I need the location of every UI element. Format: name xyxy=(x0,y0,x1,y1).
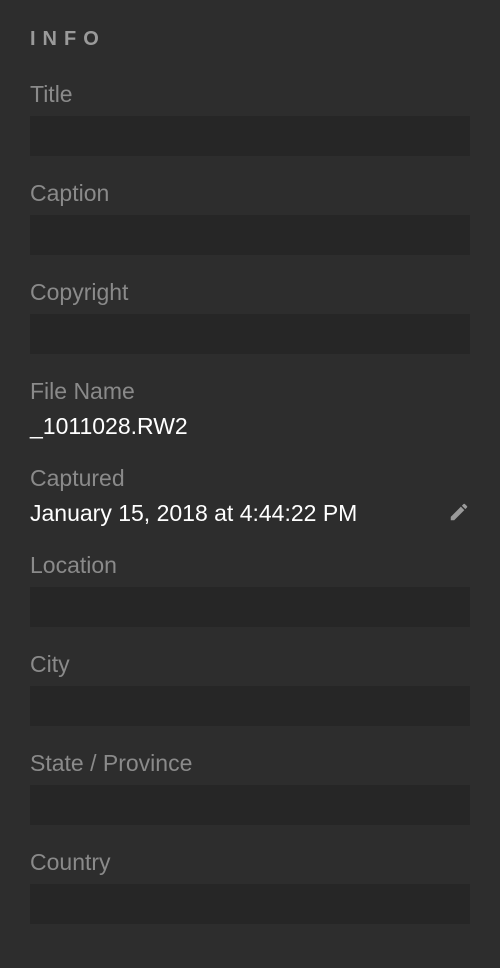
country-label: Country xyxy=(30,849,470,876)
title-label: Title xyxy=(30,81,470,108)
copyright-label: Copyright xyxy=(30,279,470,306)
captured-row: January 15, 2018 at 4:44:22 PM xyxy=(30,500,470,528)
filename-value: _1011028.RW2 xyxy=(30,413,470,441)
location-input[interactable] xyxy=(30,587,470,627)
pencil-icon[interactable] xyxy=(448,501,470,528)
city-label: City xyxy=(30,651,470,678)
field-group-filename: File Name _1011028.RW2 xyxy=(30,378,470,441)
field-group-country: Country xyxy=(30,849,470,924)
caption-label: Caption xyxy=(30,180,470,207)
state-input[interactable] xyxy=(30,785,470,825)
field-group-city: City xyxy=(30,651,470,726)
captured-value: January 15, 2018 at 4:44:22 PM xyxy=(30,500,357,528)
location-label: Location xyxy=(30,552,470,579)
info-panel: INFO Title Caption Copyright File Name _… xyxy=(0,0,500,968)
field-group-title: Title xyxy=(30,81,470,156)
captured-label: Captured xyxy=(30,465,470,492)
city-input[interactable] xyxy=(30,686,470,726)
title-input[interactable] xyxy=(30,116,470,156)
field-group-caption: Caption xyxy=(30,180,470,255)
field-group-copyright: Copyright xyxy=(30,279,470,354)
state-label: State / Province xyxy=(30,750,470,777)
field-group-location: Location xyxy=(30,552,470,627)
copyright-input[interactable] xyxy=(30,314,470,354)
filename-label: File Name xyxy=(30,378,470,405)
panel-header: INFO xyxy=(30,28,470,51)
field-group-captured: Captured January 15, 2018 at 4:44:22 PM xyxy=(30,465,470,528)
caption-input[interactable] xyxy=(30,215,470,255)
field-group-state: State / Province xyxy=(30,750,470,825)
country-input[interactable] xyxy=(30,884,470,924)
